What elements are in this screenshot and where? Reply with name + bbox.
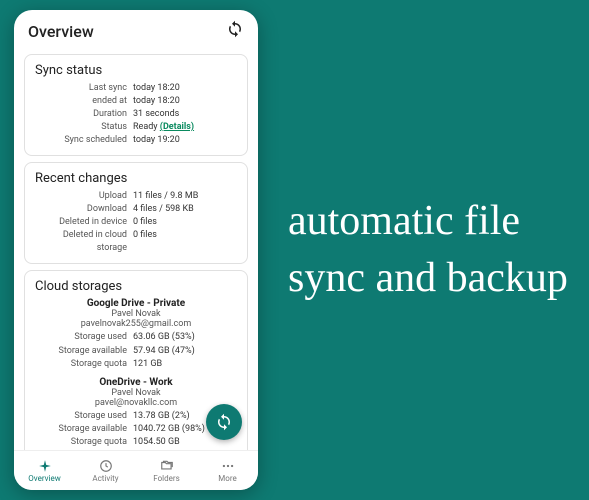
- kv-label: Deleted in device: [35, 216, 133, 229]
- nav-folders[interactable]: Folders: [136, 451, 197, 490]
- kv-value: today 18:20: [133, 95, 180, 108]
- sync-fab-button[interactable]: [206, 404, 242, 440]
- kv-value: today 19:20: [133, 134, 180, 147]
- kv-label: Storage quota: [35, 436, 133, 449]
- kv-label: Upload: [35, 190, 133, 203]
- kv-value: 13.78 GB (2%): [133, 410, 190, 423]
- page-title: Overview: [28, 22, 94, 41]
- recent-changes-title: Recent changes: [35, 171, 237, 186]
- kv-value: 121 GB: [133, 358, 162, 371]
- kv-row: Duration31 seconds: [35, 108, 237, 121]
- kv-row: Storage used63.06 GB (53%): [35, 331, 237, 344]
- nav-label: Overview: [28, 474, 60, 483]
- storage-email: pavel@novakllc.com: [35, 398, 237, 408]
- kv-value: 4 files / 598 KB: [133, 203, 194, 216]
- sparkle-icon: [38, 459, 52, 473]
- storage-user: Pavel Novak: [35, 388, 237, 398]
- storage-name: Google Drive - Private: [35, 298, 237, 309]
- kv-label: Deleted in cloud storage: [35, 229, 133, 255]
- kv-value: 0 files: [133, 216, 157, 229]
- kv-value: 0 files: [133, 229, 157, 255]
- nav-label: More: [218, 474, 236, 483]
- storage-name: OneDrive - Work: [35, 377, 237, 388]
- kv-label: Storage used: [35, 331, 133, 344]
- nav-more[interactable]: More: [197, 451, 258, 490]
- kv-row: Download4 files / 598 KB: [35, 203, 237, 216]
- kv-label: Sync scheduled: [35, 134, 133, 147]
- kv-row: Deleted in cloud storage0 files: [35, 229, 237, 255]
- folders-icon: [160, 459, 174, 473]
- clock-icon: [99, 459, 113, 473]
- kv-row: Storage quota1054.50 GB: [35, 436, 237, 449]
- storage-account[interactable]: Google Drive - Private Pavel Novak pavel…: [35, 298, 237, 370]
- kv-value: 1040.72 GB (98%): [133, 423, 205, 436]
- sync-status-card: Sync status Last synctoday 18:20 ended a…: [24, 54, 248, 156]
- app-bar: Overview: [14, 10, 258, 50]
- nav-activity[interactable]: Activity: [75, 451, 136, 490]
- nav-label: Activity: [92, 474, 118, 483]
- storage-user: Pavel Novak: [35, 309, 237, 319]
- kv-value: 1054.50 GB: [133, 436, 180, 449]
- cloud-storages-title: Cloud storages: [35, 279, 237, 294]
- kv-value: 57.94 GB (47%): [133, 345, 195, 358]
- kv-label: Storage available: [35, 345, 133, 358]
- kv-row: ended attoday 18:20: [35, 95, 237, 108]
- kv-value: today 18:20: [133, 82, 180, 95]
- details-link[interactable]: (Details): [160, 122, 194, 132]
- promo-panel: automatic file sync and backup: [258, 193, 589, 306]
- kv-row: Sync scheduledtoday 19:20: [35, 134, 237, 147]
- kv-label: ended at: [35, 95, 133, 108]
- phone-frame: Overview Sync status Last synctoday 18:2…: [14, 10, 258, 490]
- kv-row: Storage available57.94 GB (47%): [35, 345, 237, 358]
- sync-status-title: Sync status: [35, 63, 237, 78]
- kv-label: Download: [35, 203, 133, 216]
- nav-label: Folders: [153, 474, 179, 483]
- kv-value: Ready (Details): [133, 121, 194, 134]
- promo-text: automatic file sync and backup: [288, 193, 569, 306]
- kv-row: StatusReady (Details): [35, 121, 237, 134]
- storage-email: pavelnovak255@gmail.com: [35, 319, 237, 329]
- kv-label: Status: [35, 121, 133, 134]
- scroll-content[interactable]: Sync status Last synctoday 18:20 ended a…: [14, 50, 258, 450]
- kv-label: Last sync: [35, 82, 133, 95]
- kv-label: Storage available: [35, 423, 133, 436]
- storage-account[interactable]: OneDrive - Work Pavel Novak pavel@novakl…: [35, 377, 237, 449]
- kv-label: Storage used: [35, 410, 133, 423]
- kv-label: Storage quota: [35, 358, 133, 371]
- kv-value: 11 files / 9.8 MB: [133, 190, 198, 203]
- kv-value: 63.06 GB (53%): [133, 331, 195, 344]
- nav-overview[interactable]: Overview: [14, 451, 75, 490]
- kv-label: Duration: [35, 108, 133, 121]
- sync-icon: [215, 413, 233, 431]
- kv-row: Last synctoday 18:20: [35, 82, 237, 95]
- kv-row: Upload11 files / 9.8 MB: [35, 190, 237, 203]
- kv-value: 31 seconds: [133, 108, 179, 121]
- sync-icon-button[interactable]: [226, 20, 244, 42]
- recent-changes-card: Recent changes Upload11 files / 9.8 MB D…: [24, 162, 248, 264]
- kv-row: Storage quota121 GB: [35, 358, 237, 371]
- bottom-nav: Overview Activity Folders More: [14, 450, 258, 490]
- kv-row: Deleted in device0 files: [35, 216, 237, 229]
- sync-icon: [226, 20, 244, 38]
- dots-icon: [221, 459, 235, 473]
